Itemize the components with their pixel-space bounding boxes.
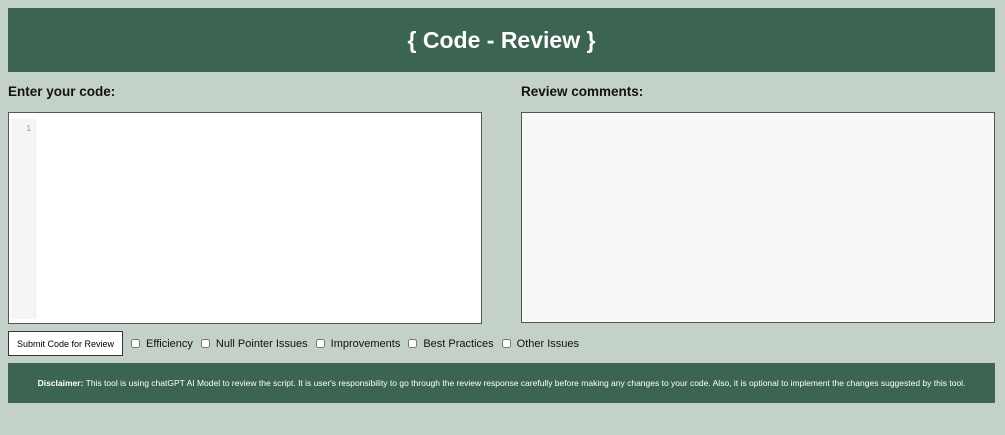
- options-row: Submit Code for Review Efficiency Null P…: [8, 331, 587, 356]
- review-comments-box: [521, 112, 995, 323]
- improvements-checkbox[interactable]: [315, 339, 325, 348]
- line-number-gutter: 1: [11, 119, 36, 319]
- disclaimer-heading: Disclaimer:: [37, 378, 84, 388]
- code-editor[interactable]: 1: [8, 112, 482, 324]
- option-null-pointer[interactable]: Null Pointer Issues: [200, 337, 308, 350]
- option-label: Null Pointer Issues: [215, 337, 308, 350]
- disclaimer-footer: Disclaimer: This tool is using chatGPT A…: [8, 363, 995, 403]
- page-title: { Code - Review }: [407, 26, 596, 53]
- option-label: Efficiency: [146, 337, 193, 350]
- line-number: 1: [26, 124, 31, 133]
- page-header: { Code - Review }: [8, 8, 995, 72]
- option-improvements[interactable]: Improvements: [315, 337, 401, 350]
- option-label: Improvements: [330, 337, 401, 350]
- other-issues-checkbox[interactable]: [501, 339, 511, 348]
- efficiency-checkbox[interactable]: [131, 339, 141, 348]
- option-other-issues[interactable]: Other Issues: [501, 337, 580, 350]
- review-comments-label: Review comments:: [521, 84, 644, 99]
- option-best-practices[interactable]: Best Practices: [408, 337, 494, 350]
- disclaimer-text: This tool is using chatGPT AI Model to r…: [83, 378, 966, 388]
- option-label: Best Practices: [423, 337, 494, 350]
- null-pointer-checkbox[interactable]: [200, 339, 210, 348]
- submit-code-button[interactable]: Submit Code for Review: [8, 331, 124, 356]
- best-practices-checkbox[interactable]: [408, 339, 418, 348]
- option-label: Other Issues: [516, 337, 580, 350]
- option-efficiency[interactable]: Efficiency: [131, 338, 193, 350]
- code-input[interactable]: [37, 119, 477, 319]
- code-input-label: Enter your code:: [8, 84, 116, 99]
